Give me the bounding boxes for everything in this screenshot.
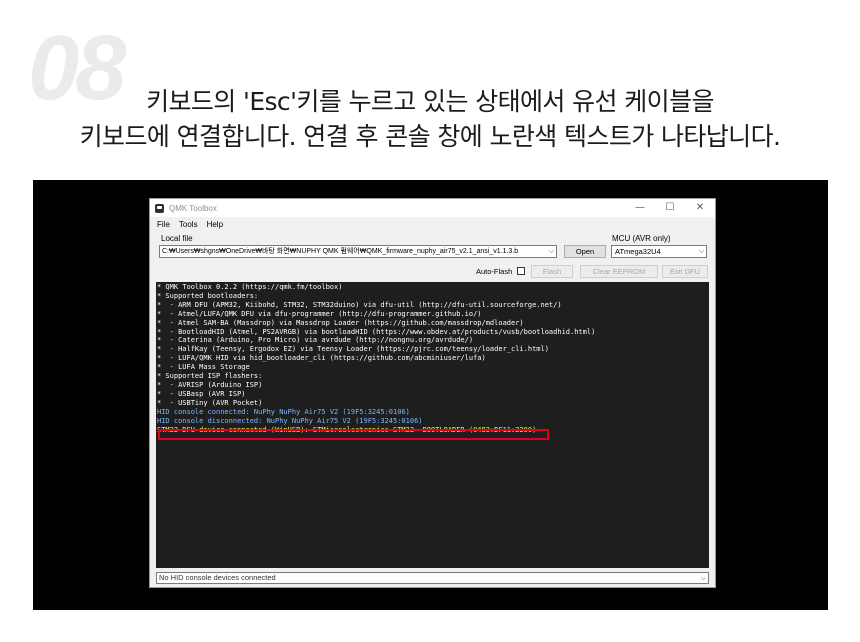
close-button[interactable]: ✕: [685, 199, 715, 217]
instruction-line-1: 키보드의 'Esc'키를 누르고 있는 상태에서 유선 케이블을: [146, 87, 714, 116]
open-button[interactable]: Open: [564, 245, 606, 258]
console-line: * - AVRISP (Arduino ISP): [157, 380, 263, 389]
app-icon: [155, 203, 164, 213]
console-line: * QMK Toolbox 0.2.2 (https://qmk.fm/tool…: [157, 283, 343, 291]
mcu-label: MCU (AVR only): [612, 234, 671, 243]
window-title: QMK Toolbox: [169, 203, 217, 213]
console-line: * - LUFA/QMK HID via hid_bootloader_cli …: [157, 354, 486, 363]
console-line: * Supported bootloaders:: [157, 291, 259, 300]
local-file-combobox[interactable]: C:₩Users₩shgns₩OneDrive₩바탕 화면₩NUPHY QMK …: [159, 245, 557, 258]
menu-file[interactable]: File: [157, 220, 170, 229]
console-line: * - USBTiny (AVR Pocket): [157, 398, 263, 407]
title-bar: QMK Toolbox — ☐ ✕: [150, 199, 715, 217]
window-controls: — ☐ ✕: [625, 199, 715, 217]
hid-status-text: No HID console devices connected: [159, 573, 276, 582]
auto-flash-label: Auto-Flash: [476, 267, 513, 276]
local-file-path: C:₩Users₩shgns₩OneDrive₩바탕 화면₩NUPHY QMK …: [162, 248, 519, 255]
console-line: * - Atmel SAM-BA (Massdrop) via Massdrop…: [157, 318, 524, 327]
console-line: * - Caterina (Arduino, Pro Micro) via av…: [157, 336, 474, 345]
menu-help[interactable]: Help: [207, 220, 223, 229]
console-output[interactable]: * QMK Toolbox 0.2.2 (https://qmk.fm/tool…: [156, 282, 709, 568]
console-line: * - USBasp (AVR ISP): [157, 389, 246, 398]
console-line: * - Atmel/LUFA/QMK DFU via dfu-programme…: [157, 309, 482, 318]
console-line-hid: HID console connected: NuPhy NuPhy Air75…: [157, 407, 410, 416]
hid-device-select[interactable]: No HID console devices connected ⌵: [156, 572, 709, 584]
instruction-line-2: 키보드에 연결합니다. 연결 후 콘솔 창에 노란색 텍스트가 나타납니다.: [79, 122, 781, 151]
console-line: * - LUFA Mass Storage: [157, 363, 250, 372]
console-line: * Supported ISP flashers:: [157, 372, 263, 381]
console-line: * - HalfKay (Teensy, Ergodox EZ) via Tee…: [157, 345, 549, 354]
clear-eeprom-button[interactable]: Clear EEPROM: [580, 265, 658, 278]
exit-dfu-button[interactable]: Exit DFU: [662, 265, 708, 278]
maximize-button[interactable]: ☐: [655, 199, 685, 217]
qmk-toolbox-window: QMK Toolbox — ☐ ✕ File Tools Help Local …: [149, 198, 716, 588]
chevron-down-icon[interactable]: ⌵: [701, 573, 706, 583]
auto-flash-checkbox[interactable]: [517, 267, 525, 275]
console-line-hid: HID console disconnected: NuPhy NuPhy Ai…: [157, 416, 423, 425]
console-line: * - BootloadHID (Atmel, PS2AVRGB) via bo…: [157, 327, 596, 336]
mcu-select[interactable]: ATmega32U4 ⌵: [611, 245, 707, 258]
menu-tools[interactable]: Tools: [179, 220, 198, 229]
flash-button[interactable]: Flash: [531, 265, 573, 278]
menu-bar: File Tools Help: [150, 217, 715, 231]
mcu-value: ATmega32U4: [615, 247, 661, 256]
chevron-down-icon[interactable]: ⌵: [549, 246, 554, 257]
local-file-label: Local file: [161, 234, 193, 243]
highlight-box: [158, 429, 549, 440]
minimize-button[interactable]: —: [625, 199, 655, 217]
console-line: * - ARM DFU (APM32, Kiibohd, STM32, STM3…: [157, 300, 562, 309]
chevron-down-icon[interactable]: ⌵: [699, 246, 704, 257]
